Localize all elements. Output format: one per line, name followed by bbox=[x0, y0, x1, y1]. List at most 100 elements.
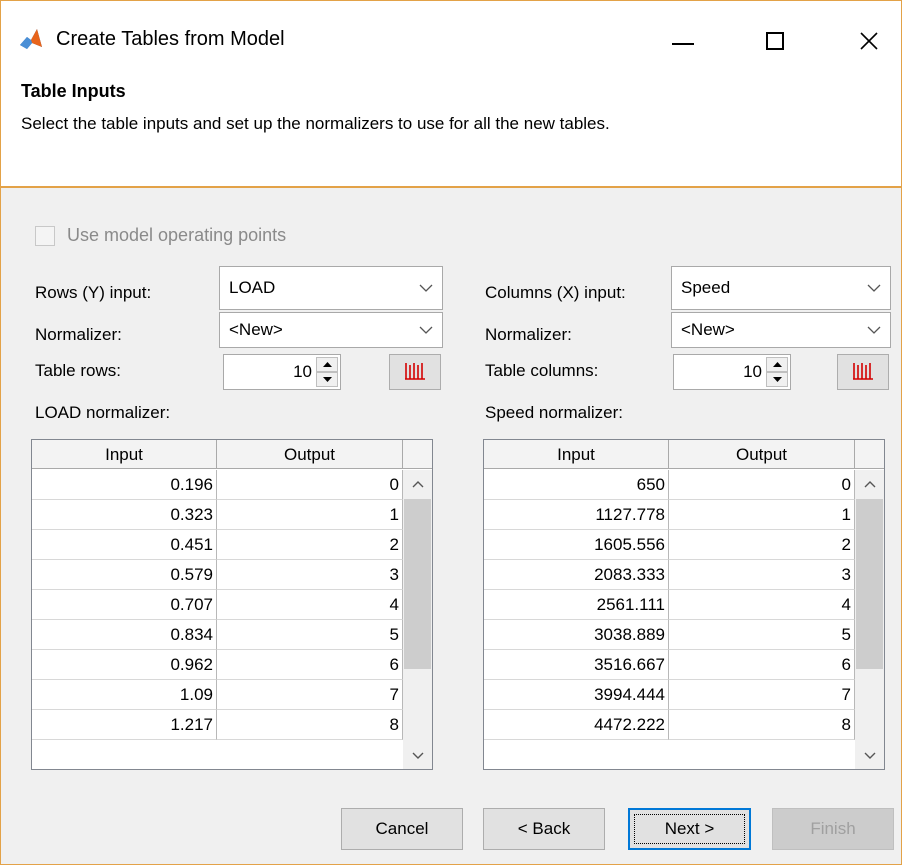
cell-output[interactable]: 4 bbox=[217, 590, 403, 620]
table-row[interactable]: 0.323 1 bbox=[32, 500, 403, 530]
cell-output[interactable]: 1 bbox=[669, 500, 855, 530]
scroll-down-icon[interactable] bbox=[403, 741, 432, 769]
cell-output[interactable]: 1 bbox=[217, 500, 403, 530]
cell-output[interactable]: 5 bbox=[669, 620, 855, 650]
vertical-scrollbar[interactable] bbox=[855, 470, 884, 769]
cell-input[interactable]: 0.707 bbox=[32, 590, 217, 620]
column-header-input[interactable]: Input bbox=[484, 440, 669, 469]
cell-output[interactable]: 0 bbox=[669, 470, 855, 500]
scroll-up-icon[interactable] bbox=[403, 470, 432, 498]
cell-output[interactable]: 8 bbox=[217, 710, 403, 740]
cancel-button[interactable]: Cancel bbox=[341, 808, 463, 850]
use-operating-points-option[interactable]: Use model operating points bbox=[35, 225, 286, 246]
cell-input[interactable]: 4472.222 bbox=[484, 710, 669, 740]
scroll-down-icon[interactable] bbox=[855, 741, 884, 769]
cell-output[interactable]: 3 bbox=[217, 560, 403, 590]
maximize-button[interactable] bbox=[745, 11, 805, 71]
columns-normalizer-table[interactable]: Input Output 650 0 1127.778 1 1605.556 2 2083.… bbox=[483, 439, 885, 770]
cell-input[interactable]: 0.323 bbox=[32, 500, 217, 530]
table-row[interactable]: 0.579 3 bbox=[32, 560, 403, 590]
cell-input[interactable]: 3994.444 bbox=[484, 680, 669, 710]
column-header-output[interactable]: Output bbox=[217, 440, 403, 469]
minimize-button[interactable] bbox=[653, 11, 713, 71]
use-operating-points-checkbox[interactable] bbox=[35, 225, 55, 246]
spin-down-icon[interactable] bbox=[766, 372, 788, 387]
edit-rows-breakpoints-button[interactable] bbox=[389, 354, 441, 390]
cell-input[interactable]: 0.834 bbox=[32, 620, 217, 650]
table-columns-spinner[interactable]: 10 bbox=[673, 354, 791, 390]
table-row[interactable]: 650 0 bbox=[484, 470, 855, 500]
cell-output[interactable]: 0 bbox=[217, 470, 403, 500]
cell-input[interactable]: 1.09 bbox=[32, 680, 217, 710]
close-button[interactable] bbox=[839, 11, 899, 71]
cell-output[interactable]: 8 bbox=[669, 710, 855, 740]
cell-output[interactable]: 2 bbox=[669, 530, 855, 560]
table-row[interactable]: 3994.444 7 bbox=[484, 680, 855, 710]
cell-output[interactable]: 7 bbox=[669, 680, 855, 710]
column-header-input[interactable]: Input bbox=[32, 440, 217, 469]
cell-input[interactable]: 3516.667 bbox=[484, 650, 669, 680]
back-button[interactable]: < Back bbox=[483, 808, 605, 850]
table-rows-value: 10 bbox=[293, 362, 312, 381]
spin-up-icon[interactable] bbox=[766, 357, 788, 372]
table-row[interactable]: 3038.889 5 bbox=[484, 620, 855, 650]
table-row[interactable]: 1605.556 2 bbox=[484, 530, 855, 560]
columns-normalizer-name-label: Speed normalizer: bbox=[485, 403, 623, 422]
scroll-thumb[interactable] bbox=[404, 499, 431, 669]
columns-input-select[interactable]: Speed bbox=[671, 266, 891, 310]
table-header: Input Output bbox=[32, 440, 432, 470]
table-row[interactable]: 0.834 5 bbox=[32, 620, 403, 650]
cell-output[interactable]: 6 bbox=[217, 650, 403, 680]
scroll-thumb[interactable] bbox=[856, 499, 883, 669]
cell-output[interactable]: 4 bbox=[669, 590, 855, 620]
rows-normalizer-select[interactable]: <New> bbox=[219, 312, 443, 348]
cell-input[interactable]: 1605.556 bbox=[484, 530, 669, 560]
cell-input[interactable]: 2083.333 bbox=[484, 560, 669, 590]
cell-input[interactable]: 650 bbox=[484, 470, 669, 500]
table-row[interactable]: 0.196 0 bbox=[32, 470, 403, 500]
table-row[interactable]: 2561.111 4 bbox=[484, 590, 855, 620]
spin-down-icon[interactable] bbox=[316, 372, 338, 387]
cell-input[interactable]: 2561.111 bbox=[484, 590, 669, 620]
rows-input-select[interactable]: LOAD bbox=[219, 266, 443, 310]
cell-output[interactable]: 7 bbox=[217, 680, 403, 710]
cell-output[interactable]: 2 bbox=[217, 530, 403, 560]
chevron-down-icon[interactable] bbox=[410, 313, 442, 347]
cell-input[interactable]: 1127.778 bbox=[484, 500, 669, 530]
finish-button[interactable]: Finish bbox=[772, 808, 894, 850]
table-row[interactable]: 3516.667 6 bbox=[484, 650, 855, 680]
spin-up-icon[interactable] bbox=[316, 357, 338, 372]
cell-output[interactable]: 3 bbox=[669, 560, 855, 590]
rows-normalizer-table[interactable]: Input Output 0.196 0 0.323 1 0.451 2 0.579 3 0.7… bbox=[31, 439, 433, 770]
cell-output[interactable]: 6 bbox=[669, 650, 855, 680]
vertical-scrollbar[interactable] bbox=[403, 470, 432, 769]
table-row[interactable]: 1127.778 1 bbox=[484, 500, 855, 530]
table-row[interactable]: 0.962 6 bbox=[32, 650, 403, 680]
cell-input[interactable]: 3038.889 bbox=[484, 620, 669, 650]
column-header-output[interactable]: Output bbox=[669, 440, 855, 469]
cell-input[interactable]: 0.962 bbox=[32, 650, 217, 680]
table-row[interactable]: 0.707 4 bbox=[32, 590, 403, 620]
cell-input[interactable]: 1.217 bbox=[32, 710, 217, 740]
chevron-down-icon[interactable] bbox=[858, 313, 890, 347]
table-row[interactable]: 2083.333 3 bbox=[484, 560, 855, 590]
title-bar[interactable]: Create Tables from Model bbox=[1, 1, 901, 71]
scroll-up-icon[interactable] bbox=[855, 470, 884, 498]
focus-indicator bbox=[634, 814, 745, 844]
table-row[interactable]: 0.451 2 bbox=[32, 530, 403, 560]
cell-input[interactable]: 0.451 bbox=[32, 530, 217, 560]
columns-normalizer-select[interactable]: <New> bbox=[671, 312, 891, 348]
chevron-down-icon[interactable] bbox=[858, 267, 890, 309]
table-rows-label: Table rows: bbox=[35, 361, 121, 380]
table-row[interactable]: 1.217 8 bbox=[32, 710, 403, 740]
table-row[interactable]: 1.09 7 bbox=[32, 680, 403, 710]
cell-input[interactable]: 0.579 bbox=[32, 560, 217, 590]
next-button[interactable]: Next > bbox=[628, 808, 751, 850]
page-title: Table Inputs bbox=[21, 81, 126, 101]
cell-input[interactable]: 0.196 bbox=[32, 470, 217, 500]
chevron-down-icon[interactable] bbox=[410, 267, 442, 309]
cell-output[interactable]: 5 bbox=[217, 620, 403, 650]
table-row[interactable]: 4472.222 8 bbox=[484, 710, 855, 740]
table-rows-spinner[interactable]: 10 bbox=[223, 354, 341, 390]
edit-columns-breakpoints-button[interactable] bbox=[837, 354, 889, 390]
